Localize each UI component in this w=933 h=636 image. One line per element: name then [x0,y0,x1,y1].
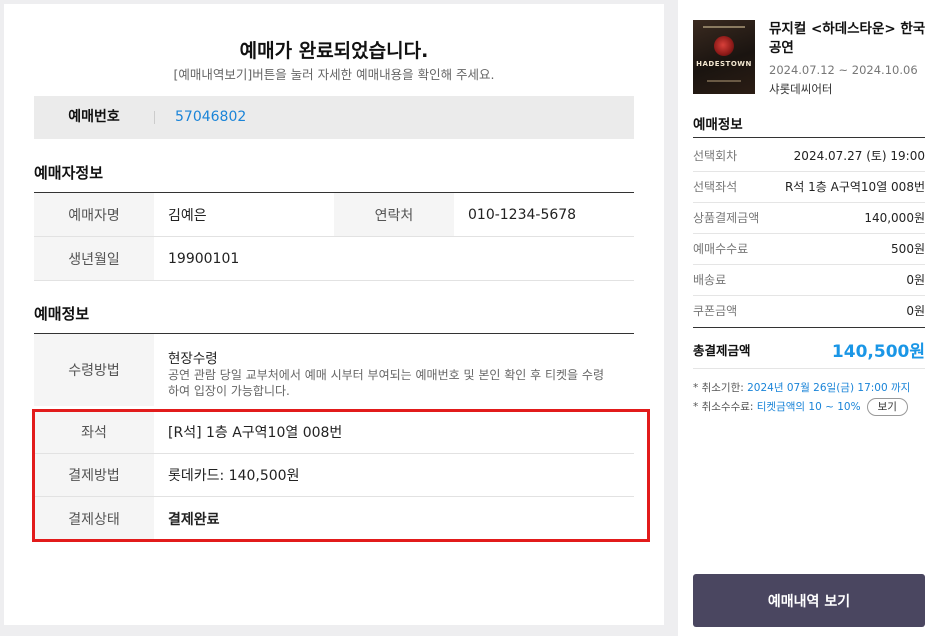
summary-row: 쿠폰금액 0원 [693,295,925,326]
reservation-number-box: 예매번호 57046802 [34,96,634,139]
summary-row-label: 선택회차 [693,149,738,163]
cancel-fee-view-button[interactable]: 보기 [866,398,908,416]
sidebar-section-title: 예매정보 [693,117,743,133]
order-summary-sidebar: HADESTOWN 뮤지컬 <하데스타운> 한국 공연 2024.07.12 ~… [678,0,933,636]
divider [154,111,155,124]
poster-decoration [703,26,745,28]
booker-name-value: 김예은 [168,207,207,224]
summary-row: 상품결제금액 140,000원 [693,202,925,233]
summary-row-label: 선택좌석 [693,180,738,194]
page-title: 예매가 완료되었습니다. [239,40,429,62]
summary-row-value: 2024.07.27 (토) 19:00 [793,149,925,163]
pickup-method-description: 공연 관람 당일 교부처에서 예매 시부터 부여되는 예매번호 및 본인 확인 … [168,368,604,398]
booker-section-title: 예매자정보 [34,164,104,182]
show-venue: 샤롯데씨어터 [769,82,833,96]
summary-row-label: 예매수수료 [693,242,749,256]
pickup-method-label: 수령방법 [34,334,154,406]
view-reservation-button[interactable]: 예매내역 보기 [693,574,925,627]
reservation-number-value: 57046802 [175,109,247,125]
booking-section-title: 예매정보 [34,305,90,323]
cancel-fee-note: * 취소수수료: 티켓금액의 10 ~ 10% 보기 [693,398,908,416]
total-row: 총결제금액 140,500원 [693,334,925,364]
summary-row-value: 0원 [906,273,925,287]
cancel-fee-label: * 취소수수료: [693,401,757,413]
cancel-fee-value: 티켓금액의 10 ~ 10% [756,401,861,413]
summary-row-label: 쿠폰금액 [693,304,738,318]
show-poster: HADESTOWN [693,20,755,94]
pickup-method-value: 현장수령 [168,351,218,367]
summary-row-value: R석 1층 A구역10열 008번 [784,180,925,194]
summary-row: 선택회차 2024.07.27 (토) 19:00 [693,140,925,171]
poster-title: HADESTOWN [696,60,752,68]
divider [693,368,925,369]
summary-row-value: 0원 [906,304,925,318]
summary-row-label: 상품결제금액 [693,211,760,225]
cancel-deadline-note: * 취소기한: 2024년 07월 26일(금) 17:00 까지 [693,380,910,395]
summary-row: 배송료 0원 [693,264,925,295]
total-label: 총결제금액 [693,342,751,358]
highlight-box [32,409,650,542]
show-dates: 2024.07.12 ~ 2024.10.06 [769,63,918,77]
rose-icon [714,36,734,56]
page-subtitle: [예매내역보기]버튼을 눌러 자세한 예매내용을 확인해 주세요. [173,67,495,82]
booker-name-label: 예매자명 [34,193,154,236]
divider [693,137,925,138]
summary-row: 예매수수료 500원 [693,233,925,264]
total-value: 140,500원 [831,341,925,362]
divider [693,327,925,328]
booker-birth-value: 19900101 [168,250,240,267]
poster-decoration [707,80,741,82]
cancel-deadline-value: 2024년 07월 26일(금) 17:00 까지 [747,382,911,394]
summary-row: 선택좌석 R석 1층 A구역10열 008번 [693,171,925,202]
booker-phone-value: 010-1234-5678 [468,206,577,223]
show-title: 뮤지컬 <하데스타운> 한국 공연 [769,21,926,56]
summary-row-label: 배송료 [693,273,727,287]
divider [34,280,634,281]
cancel-deadline-label: * 취소기한: [693,382,748,394]
summary-row-value: 140,000원 [864,211,925,225]
booker-phone-label: 연락처 [334,193,454,236]
reservation-number-label: 예매번호 [68,109,120,125]
summary-row-value: 500원 [891,242,925,256]
booker-birth-label: 생년월일 [34,237,154,280]
confirmation-panel: 예매가 완료되었습니다. [예매내역보기]버튼을 눌러 자세한 예매내용을 확인… [4,4,664,625]
